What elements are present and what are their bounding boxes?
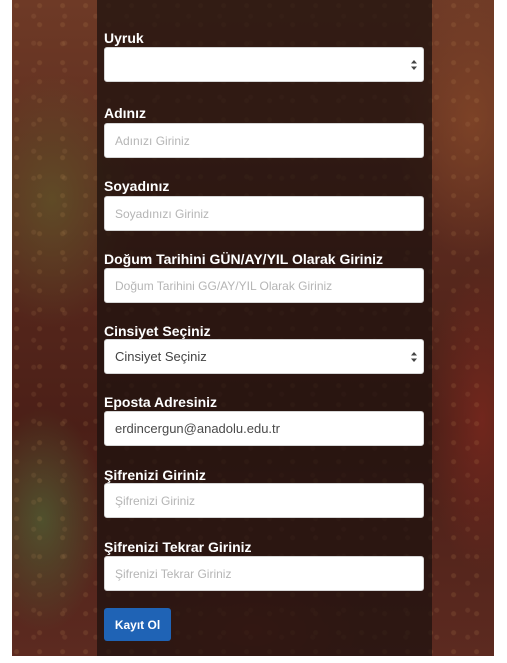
- password-input[interactable]: Şifrenizi Giriniz: [104, 483, 424, 518]
- birth-date-input[interactable]: Doğum Tarihini GG/AY/YIL Olarak Giriniz: [104, 268, 424, 303]
- email-input[interactable]: erdincergun@anadolu.edu.tr: [104, 411, 424, 446]
- last-name-label: Soyadınız: [104, 178, 170, 194]
- nationality-label: Uyruk: [104, 30, 144, 46]
- up-down-caret-icon: [411, 59, 417, 70]
- gender-select-value: Cinsiyet Seçiniz: [115, 349, 207, 364]
- first-name-label: Adınız: [104, 105, 146, 121]
- register-button[interactable]: Kayıt Ol: [104, 608, 171, 641]
- password-label: Şifrenizi Giriniz: [104, 467, 206, 483]
- birth-date-label: Doğum Tarihini GÜN/AY/YIL Olarak Giriniz: [104, 251, 384, 267]
- up-down-caret-icon: [411, 351, 417, 362]
- password-confirm-input[interactable]: Şifrenizi Tekrar Giriniz: [104, 556, 424, 591]
- gender-label: Cinsiyet Seçiniz: [104, 323, 211, 339]
- email-label: Eposta Adresiniz: [104, 394, 218, 410]
- gender-select[interactable]: Cinsiyet Seçiniz: [104, 339, 424, 374]
- first-name-input[interactable]: Adınızı Giriniz: [104, 123, 424, 158]
- password-confirm-label: Şifrenizi Tekrar Giriniz: [104, 539, 252, 555]
- last-name-input[interactable]: Soyadınızı Giriniz: [104, 196, 424, 231]
- nationality-select[interactable]: [104, 47, 424, 82]
